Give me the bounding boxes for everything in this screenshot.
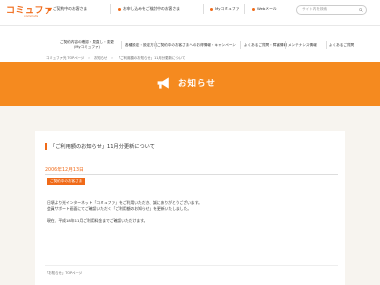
nav-label: ご契約中のお客さま [53, 6, 88, 11]
nav-current-customers[interactable]: ご契約中のお客さま [48, 5, 87, 13]
nav-faq-outage[interactable]: よくあるご質問・障害情報 [244, 43, 287, 48]
nav-divider [285, 41, 286, 49]
nav-label: ご契約中のお客さまへのお得情報・キャンペーン [157, 43, 236, 47]
breadcrumb-current: 「ご利用額のお知らせ」11月分更新について [116, 56, 186, 60]
article-date: 2006年12月13日 [45, 168, 84, 173]
article-paragraph: 会員サポート画面にてご確認いただく「ご利用額のお知らせ」を更新いたしました。 [47, 206, 192, 211]
site-header: コミュファ commufa ご契約中のお客さま お申し込みをご検討中のお客さま … [0, 0, 380, 25]
article-title: 「ご利用額のお知らせ」11月分更新について [50, 144, 155, 150]
page-title: お知らせ [178, 79, 216, 89]
nav-divider [155, 41, 156, 49]
nav-divider [110, 4, 111, 14]
nav-settings[interactable]: 各種設定・設定方法 [125, 43, 157, 48]
nav-faq[interactable]: よくあるご質問 [329, 43, 354, 48]
megaphone-icon [157, 77, 169, 89]
nav-prospective-customers[interactable]: お申し込みをご検討中のお客さま [118, 5, 180, 13]
nav-maintenance[interactable]: メンテナンス情報 [288, 43, 317, 48]
logo-subtext: commufa [24, 14, 39, 18]
nav-divider [240, 41, 241, 49]
news-top-link[interactable]: 「お知らせ」TOPページ [45, 270, 82, 275]
nav-divider [121, 41, 122, 49]
nav-divider [203, 4, 204, 14]
header-divider [0, 25, 380, 26]
search-input[interactable]: サイト内を検索 [302, 7, 327, 12]
nav-label: メンテナンス情報 [288, 43, 317, 47]
category-badge: ご契約中のお客さま [47, 178, 86, 185]
footer-divider [45, 265, 338, 266]
nav-divider [326, 41, 327, 49]
nav-label: Myコミュファ [215, 6, 240, 11]
nav-divider [244, 4, 245, 14]
nav-label: Webメール [257, 6, 277, 11]
bullet-icon [210, 7, 213, 11]
bullet-icon [48, 7, 51, 11]
nav-my-commufa[interactable]: Myコミュファ [210, 5, 240, 13]
nav-sublabel: (Myコミュファ) [73, 45, 100, 49]
nav-label: よくあるご質問 [329, 43, 355, 47]
nav-campaigns[interactable]: ご契約中のお客さまへのお得情報・キャンペーン [157, 43, 236, 48]
nav-label: よくあるご質問・障害情報 [244, 43, 288, 47]
nav-label: 各種設定・設定方法 [125, 43, 158, 47]
search-icon[interactable] [359, 7, 363, 12]
search-box[interactable]: サイト内を検索 [296, 5, 367, 15]
page-hero: お知らせ [0, 62, 380, 106]
main-nav: ご契約内容の確認・見直し・変更 (Myコミュファ) 各種設定・設定方法 ご契約中… [0, 37, 380, 55]
breadcrumb-news[interactable]: お知らせ [94, 56, 108, 60]
breadcrumb-separator: › [88, 56, 90, 60]
nav-label: お申し込みをご検討中のお客さま [123, 6, 180, 11]
bullet-icon [118, 7, 121, 11]
nav-webmail[interactable]: Webメール [252, 5, 277, 13]
title-accent-bar [45, 143, 47, 150]
bullet-icon [252, 7, 255, 11]
date-divider [45, 174, 338, 175]
breadcrumb: コミュファ光 TOPページ › お知らせ › 「ご利用額のお知らせ」11月分更新… [46, 55, 188, 60]
breadcrumb-home[interactable]: コミュファ光 TOPページ [46, 56, 84, 60]
nav-contract-details[interactable]: ご契約内容の確認・見直し・変更 (Myコミュファ) [60, 40, 114, 50]
article-paragraph: 現在、平成18年11月ご利用料金までご確認いただけます。 [47, 218, 148, 223]
breadcrumb-separator: › [111, 56, 113, 60]
